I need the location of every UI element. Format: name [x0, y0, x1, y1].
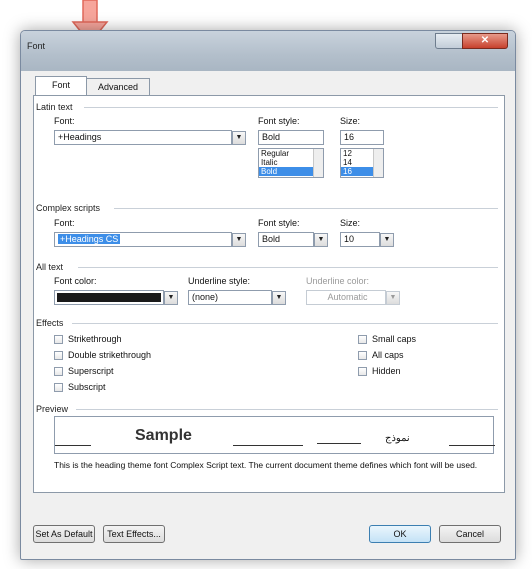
effects-group-divider: [72, 323, 498, 324]
scrollbar[interactable]: [373, 149, 383, 177]
checkbox[interactable]: [358, 367, 367, 376]
preview-baseline-mid2: [317, 443, 361, 444]
underline-style-dropdown[interactable]: ▼: [272, 291, 286, 305]
checkbox-label: Hidden: [372, 366, 401, 376]
chevron-down-icon: ▼: [167, 294, 175, 301]
effects-group-label: Effects: [36, 318, 64, 328]
preview-sample-text: Sample: [135, 427, 192, 444]
chevron-down-icon: ▼: [235, 236, 243, 243]
tab-font[interactable]: Font: [35, 76, 87, 96]
help-button[interactable]: [435, 33, 463, 49]
underline-style-label: Underline style:: [188, 276, 251, 286]
chevron-down-icon: ▼: [383, 236, 391, 243]
preview-baseline-mid: [233, 445, 303, 446]
complex-font-label: Font:: [54, 218, 75, 228]
complex-style-input[interactable]: Bold: [258, 232, 314, 247]
ok-button[interactable]: OK: [369, 525, 431, 543]
complex-style-dropdown[interactable]: ▼: [314, 233, 328, 247]
checkbox[interactable]: [54, 335, 63, 344]
checkbox[interactable]: [54, 367, 63, 376]
tab-advanced-label: Advanced: [97, 82, 139, 92]
complex-size-label: Size:: [340, 218, 361, 228]
checkbox-label: All caps: [372, 350, 404, 360]
checkbox-label: Strikethrough: [68, 334, 122, 344]
font-dialog: Font ✕ Font Advanced Latin text Font: +H…: [20, 30, 516, 560]
font-color-dropdown[interactable]: ▼: [164, 291, 178, 305]
latin-font-label: Font:: [54, 116, 75, 126]
preview-baseline-right: [449, 445, 495, 446]
underline-color-dropdown: ▼: [386, 291, 400, 305]
alltext-group-divider: [78, 267, 498, 268]
chevron-down-icon: ▼: [275, 294, 283, 301]
latin-size-list[interactable]: 12 14 16: [340, 148, 384, 178]
checkbox[interactable]: [54, 383, 63, 392]
preview-box: Sample نموذج: [54, 416, 495, 454]
chevron-down-icon: ▼: [235, 134, 243, 141]
chevron-down-icon: ▼: [317, 236, 325, 243]
tab-font-label: Font: [51, 80, 70, 90]
underline-color-label: Underline color:: [306, 276, 370, 286]
latin-style-label: Font style:: [258, 116, 300, 126]
latin-size-label: Size:: [340, 116, 361, 126]
latin-style-list[interactable]: Regular Italic Bold: [258, 148, 324, 178]
checkbox[interactable]: [54, 351, 63, 360]
latin-font-input[interactable]: +Headings: [54, 130, 232, 145]
complex-size-input[interactable]: 10: [340, 232, 380, 247]
preview-group-label: Preview: [36, 404, 69, 414]
complex-group-label: Complex scripts: [36, 203, 101, 213]
font-color-label: Font color:: [54, 276, 97, 286]
preview-group-divider: [76, 409, 498, 410]
complex-font-dropdown[interactable]: ▼: [232, 233, 246, 247]
set-as-default-button[interactable]: Set As Default: [33, 525, 95, 543]
underline-style-input[interactable]: (none): [188, 290, 272, 305]
dialog-title: Font: [27, 41, 46, 51]
title-bar: Font ✕: [21, 31, 515, 71]
complex-size-dropdown[interactable]: ▼: [380, 233, 394, 247]
complex-font-input[interactable]: +Headings CS: [54, 232, 232, 247]
complex-style-label: Font style:: [258, 218, 300, 228]
font-color-picker[interactable]: [54, 290, 164, 305]
close-button[interactable]: ✕: [462, 33, 508, 49]
alltext-group-label: All text: [36, 262, 64, 272]
latin-style-input[interactable]: Bold: [258, 130, 324, 145]
preview-cs-sample-text: نموذج: [385, 433, 410, 444]
latin-group-label: Latin text: [36, 102, 73, 112]
tab-advanced[interactable]: Advanced: [86, 78, 150, 96]
preview-description: This is the heading theme font Complex S…: [54, 460, 478, 470]
checkbox-label: Superscript: [68, 366, 114, 376]
checkbox[interactable]: [358, 351, 367, 360]
complex-font-selection: +Headings CS: [58, 234, 121, 244]
latin-font-dropdown[interactable]: ▼: [232, 131, 246, 145]
underline-color-input: Automatic: [306, 290, 386, 305]
scrollbar[interactable]: [313, 149, 323, 177]
preview-baseline-left: [55, 445, 91, 446]
text-effects-button[interactable]: Text Effects...: [103, 525, 165, 543]
latin-size-input[interactable]: 16: [340, 130, 384, 145]
font-color-swatch: [57, 293, 161, 302]
font-tab-panel: Latin text Font: +Headings ▼ Font style:…: [33, 95, 505, 493]
checkbox-label: Subscript: [68, 382, 106, 392]
cancel-button[interactable]: Cancel: [439, 525, 501, 543]
complex-group-divider: [114, 208, 498, 209]
checkbox-label: Double strikethrough: [68, 350, 152, 360]
chevron-down-icon: ▼: [389, 294, 397, 301]
checkbox-label: Small caps: [372, 334, 417, 344]
latin-group-divider: [84, 107, 498, 108]
checkbox[interactable]: [358, 335, 367, 344]
